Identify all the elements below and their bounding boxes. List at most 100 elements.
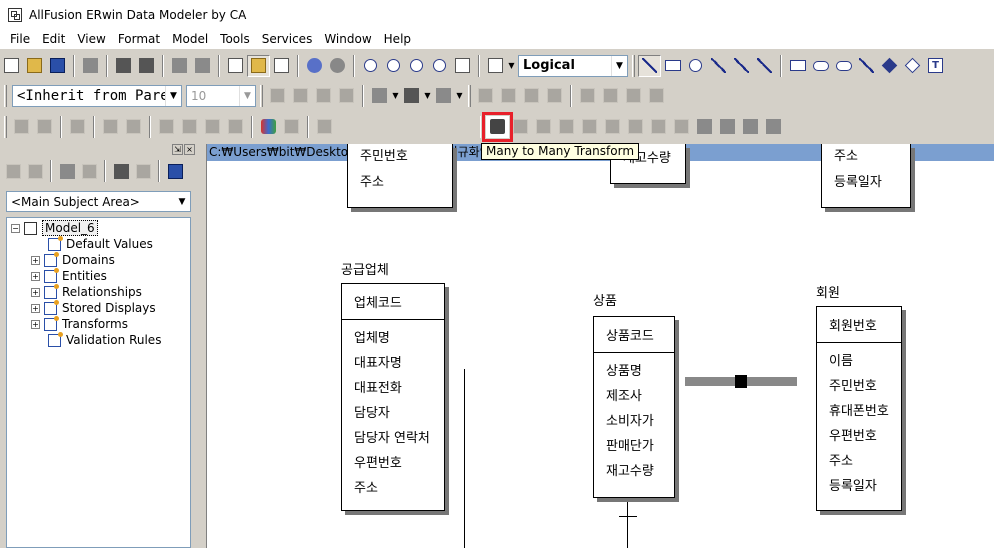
zoom-fit-button[interactable] bbox=[405, 55, 428, 77]
chevron-down-icon[interactable]: ▼ bbox=[391, 85, 400, 107]
toolbar-grip[interactable] bbox=[632, 54, 635, 77]
expand-icon[interactable]: + bbox=[31, 287, 40, 297]
tool-button-c[interactable] bbox=[201, 116, 224, 138]
transform-button-10[interactable] bbox=[693, 116, 716, 138]
toolbar-grip[interactable] bbox=[468, 84, 471, 107]
tool-button-f[interactable] bbox=[313, 116, 336, 138]
chevron-down-icon[interactable]: ▼ bbox=[611, 55, 627, 76]
tool-button-b[interactable] bbox=[178, 116, 201, 138]
entity-box-partial-3[interactable]: 주소 등록일자 bbox=[821, 144, 911, 208]
overview-button[interactable] bbox=[270, 55, 293, 77]
font-name-combo[interactable]: <Inherit from Parei ▼ bbox=[12, 84, 182, 107]
align-top-button[interactable] bbox=[543, 85, 566, 107]
layout-button-1[interactable] bbox=[10, 116, 33, 138]
entity-supplier[interactable]: 업체코드 업체명 대표자명 대표전화 담당자 담당자 연락처 우편번호 주소 bbox=[341, 283, 445, 511]
transform-button-2[interactable] bbox=[509, 116, 532, 138]
space-horizontal-button[interactable] bbox=[576, 85, 599, 107]
open-button[interactable] bbox=[23, 55, 46, 77]
reverse-engineer-button[interactable] bbox=[191, 55, 214, 77]
chevron-down-icon[interactable]: ▼ bbox=[423, 85, 432, 107]
arrow-style-button[interactable] bbox=[432, 85, 455, 107]
font-color-button[interactable] bbox=[289, 85, 312, 107]
space-vertical-button[interactable] bbox=[599, 85, 622, 107]
display-level-button[interactable] bbox=[484, 55, 507, 77]
polygon-tool[interactable] bbox=[878, 55, 901, 77]
menu-services[interactable]: Services bbox=[256, 32, 319, 46]
send-back-button[interactable] bbox=[122, 116, 145, 138]
expand-icon[interactable]: + bbox=[31, 303, 40, 313]
non-identifying-relationship-tool[interactable] bbox=[753, 55, 776, 77]
many-to-many-transform-button[interactable] bbox=[482, 111, 513, 142]
toolbar-grip[interactable] bbox=[480, 115, 483, 138]
align-left-button[interactable] bbox=[474, 85, 497, 107]
fill-color-button[interactable] bbox=[266, 85, 289, 107]
menu-file[interactable]: File bbox=[4, 32, 36, 46]
relationship-handle[interactable] bbox=[735, 375, 747, 388]
properties-button[interactable] bbox=[56, 160, 78, 182]
pattern-button[interactable] bbox=[335, 85, 358, 107]
color-palette-button[interactable] bbox=[257, 116, 280, 138]
explorer-find-next-button[interactable] bbox=[132, 160, 154, 182]
same-height-button[interactable] bbox=[645, 85, 668, 107]
diagram-canvas[interactable]: C:₩Users₩bit₩Desktop₩SQL 수업₩2_ 정규화연습₩ <M… bbox=[206, 144, 994, 548]
menu-view[interactable]: View bbox=[71, 32, 111, 46]
line-style-button[interactable] bbox=[400, 85, 423, 107]
rectangle-tool[interactable] bbox=[786, 55, 809, 77]
identifying-relationship-tool[interactable] bbox=[707, 55, 730, 77]
find-replace-button[interactable] bbox=[135, 55, 158, 77]
save-button[interactable] bbox=[46, 55, 69, 77]
menu-format[interactable]: Format bbox=[112, 32, 166, 46]
chevron-down-icon[interactable]: ▼ bbox=[174, 197, 190, 207]
text-tool[interactable]: T bbox=[924, 55, 947, 77]
chevron-down-icon[interactable]: ▼ bbox=[165, 85, 181, 106]
entity-product[interactable]: 상품코드 상품명 제조사 소비자가 판매단가 재고수량 bbox=[593, 316, 675, 498]
menu-help[interactable]: Help bbox=[378, 32, 417, 46]
align-right-button[interactable] bbox=[520, 85, 543, 107]
tree-item-transforms[interactable]: + Transforms bbox=[7, 315, 190, 332]
logical-physical-combo[interactable]: Logical ▼ bbox=[518, 54, 628, 77]
tree-item-stored-displays[interactable]: + Stored Displays bbox=[7, 299, 190, 316]
transform-button-7[interactable] bbox=[624, 116, 647, 138]
transform-button-5[interactable] bbox=[578, 116, 601, 138]
subject-area-combo[interactable]: <Main Subject Area> ▼ bbox=[6, 191, 191, 212]
entity-box-partial-1[interactable]: 주민번호 주소 bbox=[347, 144, 453, 208]
zoom-area-button[interactable] bbox=[451, 55, 474, 77]
explorer-options-button[interactable] bbox=[164, 160, 186, 182]
lock-button[interactable] bbox=[66, 116, 89, 138]
toolbar-grip[interactable] bbox=[4, 84, 7, 107]
back-button[interactable] bbox=[2, 160, 24, 182]
font-size-combo[interactable]: 10 ▼ bbox=[186, 84, 256, 107]
expand-icon[interactable]: + bbox=[31, 255, 40, 265]
transform-button-6[interactable] bbox=[601, 116, 624, 138]
forward-button[interactable] bbox=[24, 160, 46, 182]
tool-button-e[interactable] bbox=[280, 116, 303, 138]
category-tool[interactable] bbox=[684, 55, 707, 77]
expand-icon[interactable]: + bbox=[31, 271, 40, 281]
tool-button-a[interactable] bbox=[155, 116, 178, 138]
find-button[interactable] bbox=[112, 55, 135, 77]
zoom-normal-button[interactable] bbox=[428, 55, 451, 77]
chevron-down-icon[interactable]: ▼ bbox=[455, 85, 464, 107]
menu-model[interactable]: Model bbox=[166, 32, 214, 46]
many-to-many-tool[interactable] bbox=[730, 55, 753, 77]
delete-button[interactable] bbox=[78, 160, 100, 182]
chevron-down-icon[interactable]: ▼ bbox=[239, 85, 255, 106]
zoom-in-button[interactable] bbox=[382, 55, 405, 77]
line-color-button[interactable] bbox=[312, 85, 335, 107]
close-icon[interactable]: × bbox=[184, 144, 195, 155]
bring-front-button[interactable] bbox=[99, 116, 122, 138]
entity-tool[interactable] bbox=[661, 55, 684, 77]
entity-member[interactable]: 회원번호 이름 주민번호 휴대폰번호 우편번호 주소 등록일자 bbox=[816, 306, 902, 511]
tree-root[interactable]: − Model_6 bbox=[7, 220, 190, 236]
print-button[interactable] bbox=[79, 55, 102, 77]
pointer-tool[interactable] bbox=[638, 54, 661, 77]
model-explorer-button[interactable] bbox=[224, 55, 247, 77]
tree-item-relationships[interactable]: + Relationships bbox=[7, 283, 190, 300]
tree-item-domains[interactable]: + Domains bbox=[7, 251, 190, 268]
tree-item-validation-rules[interactable]: Validation Rules bbox=[7, 331, 190, 348]
rounded-rect-tool[interactable] bbox=[809, 55, 832, 77]
menu-tools[interactable]: Tools bbox=[214, 32, 256, 46]
tag-tool[interactable] bbox=[901, 55, 924, 77]
new-model-button[interactable] bbox=[0, 55, 23, 77]
pin-icon[interactable]: ⇲ bbox=[172, 144, 183, 155]
